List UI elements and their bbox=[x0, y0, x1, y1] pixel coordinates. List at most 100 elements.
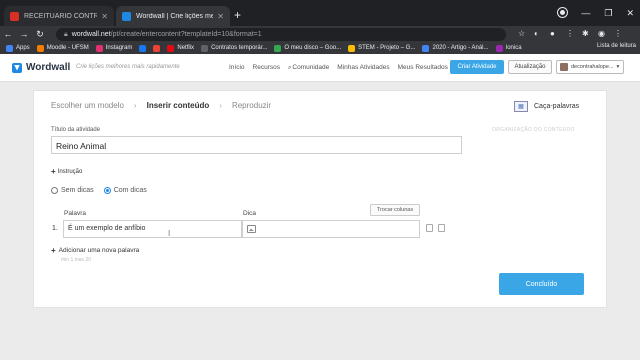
document-icon bbox=[422, 44, 430, 52]
wordwall-favicon-icon bbox=[122, 11, 131, 21]
row-number: 1. bbox=[52, 225, 58, 232]
extension-icon[interactable]: ● bbox=[550, 29, 555, 38]
image-icon[interactable] bbox=[247, 225, 256, 233]
menu-dots-icon[interactable]: ⋮ bbox=[566, 29, 574, 38]
row-actions bbox=[426, 224, 445, 232]
update-button[interactable]: Atualização bbox=[508, 60, 552, 74]
column-header-word: Palavra bbox=[64, 210, 87, 217]
bookmark-contratos[interactable]: Contratos temporár... bbox=[201, 44, 267, 52]
close-tab-icon[interactable]: ✕ bbox=[101, 12, 108, 21]
window-controls: — ❐ ✕ bbox=[557, 7, 634, 19]
search-icon: ⌕ bbox=[288, 65, 292, 71]
browser-toolbar: ← → ↻ 🔒︎ wordwall.net /pt/create/enterco… bbox=[0, 26, 640, 42]
bookmark-artigo[interactable]: 2020 - Artigo - Anál... bbox=[422, 44, 489, 52]
radio-no-hints[interactable]: Sem dicas bbox=[51, 187, 94, 194]
bookmark-facebook[interactable] bbox=[139, 44, 147, 52]
star-icon[interactable]: ☆ bbox=[518, 29, 525, 38]
wordwall-logo-icon bbox=[12, 62, 22, 73]
wordsearch-icon: ▦ bbox=[514, 101, 528, 112]
instagram-icon bbox=[95, 44, 103, 52]
address-bar[interactable]: 🔒︎ wordwall.net /pt/create/entercontent?… bbox=[56, 28, 506, 41]
main-nav: Início Recursos ⌕Comunidade Minhas Ativi… bbox=[229, 64, 448, 72]
moodle-icon bbox=[36, 44, 44, 52]
browser-tabbar: RECEITUÁRIO CONTROLADO An ✕ Wordwall | C… bbox=[0, 0, 640, 26]
browser-tab-receituario[interactable]: RECEITUÁRIO CONTROLADO An ✕ bbox=[4, 6, 114, 26]
activity-title-input[interactable]: Reino Animal bbox=[51, 136, 462, 154]
ionica-icon bbox=[495, 44, 503, 52]
min-max-note: min 1 max 20 bbox=[61, 257, 92, 263]
step-enter-content: Inserir conteúdo bbox=[146, 101, 210, 110]
bookmark-apps[interactable]: Apps bbox=[6, 44, 30, 52]
radio-with-hints[interactable]: Com dicas bbox=[103, 187, 147, 194]
chevron-right-icon: › bbox=[219, 101, 222, 110]
step-breadcrumb: Escolher um modelo › Inserir conteúdo › … bbox=[51, 101, 271, 110]
nav-comunidade[interactable]: ⌕Comunidade bbox=[288, 64, 329, 72]
record-icon[interactable] bbox=[557, 7, 569, 18]
hint-mode-radios: Sem dicas Com dicas bbox=[51, 187, 147, 194]
faded-option: ORGANIZAÇÃO DO CONTEÚDO bbox=[492, 127, 575, 133]
nav-minhas-atividades[interactable]: Minhas Atividades bbox=[337, 64, 389, 72]
activity-type[interactable]: ▦ Caça-palavras bbox=[514, 101, 579, 112]
menu-dots-icon[interactable]: ⋮ bbox=[614, 29, 622, 38]
reload-icon[interactable]: ↻ bbox=[32, 29, 48, 40]
avatar bbox=[560, 63, 568, 71]
trash-icon[interactable] bbox=[438, 224, 445, 232]
bookmark-instagram[interactable]: Instagram bbox=[95, 44, 132, 52]
puzzle-icon[interactable]: ✱ bbox=[582, 29, 589, 38]
tab-title: Wordwall | Crie lições melhores bbox=[136, 12, 214, 20]
pdf-favicon-icon bbox=[10, 11, 19, 21]
column-header-hint: Dica bbox=[243, 210, 257, 217]
step-play[interactable]: Reproduzir bbox=[232, 101, 271, 110]
done-button[interactable]: Concluído bbox=[499, 273, 584, 295]
new-tab-button[interactable]: + bbox=[234, 9, 241, 21]
radio-circle bbox=[51, 187, 58, 194]
bookmark-netflix[interactable]: Netflix bbox=[167, 44, 194, 52]
duplicate-icon[interactable] bbox=[426, 224, 433, 232]
wordwall-header: Wordwall Crie lições melhores mais rapid… bbox=[0, 54, 640, 82]
forward-icon[interactable]: → bbox=[16, 29, 32, 39]
browser-tab-wordwall[interactable]: Wordwall | Crie lições melhores ✕ bbox=[116, 6, 230, 26]
document-icon bbox=[201, 44, 209, 52]
swap-columns-button[interactable]: Trocar colunas bbox=[370, 204, 420, 216]
gmail-icon bbox=[153, 44, 161, 52]
bookmark-stem[interactable]: STEM - Projeto – G... bbox=[348, 44, 415, 52]
hint-input[interactable] bbox=[242, 220, 420, 238]
nav-inicio[interactable]: Início bbox=[229, 64, 245, 72]
chevron-down-icon: ▾ bbox=[616, 64, 620, 70]
netflix-icon bbox=[167, 44, 175, 52]
tab-title: RECEITUÁRIO CONTROLADO An bbox=[24, 12, 98, 20]
url-path: /pt/create/entercontent?templateId=10&fo… bbox=[110, 31, 262, 38]
url-host: wordwall.net bbox=[71, 31, 111, 38]
nav-meus-resultados[interactable]: Meus Resultados bbox=[398, 64, 448, 72]
reading-list[interactable]: Lista de leitura bbox=[597, 43, 636, 49]
plus-icon: + bbox=[51, 246, 56, 255]
create-activity-button[interactable]: Criar Atividade bbox=[450, 60, 504, 74]
plus-icon: + bbox=[51, 167, 56, 176]
wordwall-logo[interactable]: Wordwall bbox=[12, 62, 70, 73]
bookmark-moodle[interactable]: Moodle - UFSM bbox=[36, 44, 89, 52]
add-word-button[interactable]: + Adicionar uma nova palavra bbox=[51, 246, 139, 255]
apps-icon bbox=[6, 44, 13, 52]
close-window-icon[interactable]: ✕ bbox=[626, 8, 634, 19]
back-icon[interactable]: ← bbox=[0, 29, 16, 39]
bookmark-drive[interactable]: O meu disco – Goo... bbox=[274, 44, 341, 52]
text-cursor-icon: I bbox=[168, 229, 171, 238]
minimize-icon[interactable]: — bbox=[581, 8, 590, 19]
bookmark-ionica[interactable]: Ionica bbox=[495, 44, 522, 52]
bookmark-gmail[interactable] bbox=[153, 44, 161, 52]
add-instruction-button[interactable]: + Instrução bbox=[51, 167, 82, 176]
word-input[interactable]: É um exemplo de anfíbio bbox=[63, 220, 242, 238]
editor-card: Escolher um modelo › Inserir conteúdo › … bbox=[33, 90, 607, 308]
lock-icon: 🔒︎ bbox=[64, 30, 68, 38]
maximize-icon[interactable]: ❐ bbox=[604, 8, 612, 19]
step-choose-template[interactable]: Escolher um modelo bbox=[51, 101, 124, 110]
nav-recursos[interactable]: Recursos bbox=[253, 64, 280, 72]
close-tab-icon[interactable]: ✕ bbox=[217, 12, 224, 21]
bookmarks-bar: Apps Moodle - UFSM Instagram Netflix Con… bbox=[0, 42, 640, 54]
user-menu[interactable]: decontrahalope... ▾ bbox=[556, 60, 624, 74]
chevron-right-icon: › bbox=[133, 101, 137, 110]
drive-icon bbox=[348, 44, 356, 52]
radio-circle-selected bbox=[103, 187, 111, 194]
profile-icon[interactable]: ◉ bbox=[598, 29, 605, 38]
extension-icon[interactable]: ◐ bbox=[534, 29, 539, 38]
